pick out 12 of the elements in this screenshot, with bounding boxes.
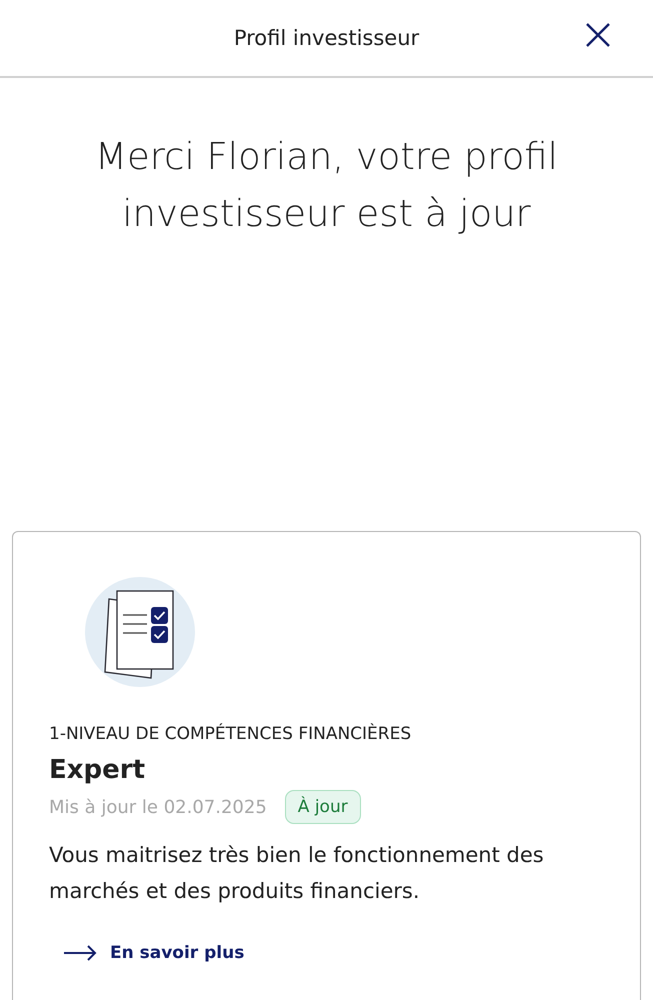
profile-result: Expert bbox=[49, 754, 146, 787]
section-label: 1-NIVEAU DE COMPÉTENCES FINANCIÈRES bbox=[49, 722, 412, 746]
close-button[interactable] bbox=[585, 22, 611, 48]
arrow-right-icon bbox=[63, 945, 97, 961]
close-icon bbox=[585, 22, 611, 48]
update-date: Mis à jour le 02.07.2025 bbox=[49, 796, 267, 818]
page-title: Profil investisseur bbox=[234, 26, 420, 50]
checklist-document-icon bbox=[85, 577, 195, 687]
profile-description: Vous maitrisez très bien le fonctionnement des marchés et des produits financiers. bbox=[49, 842, 545, 905]
status-badge: À jour bbox=[284, 790, 361, 824]
learn-more-link[interactable]: En savoir plus bbox=[63, 938, 244, 968]
confirmation-heading: Merci Florian, votre profil investisseur est à jour bbox=[94, 134, 559, 237]
